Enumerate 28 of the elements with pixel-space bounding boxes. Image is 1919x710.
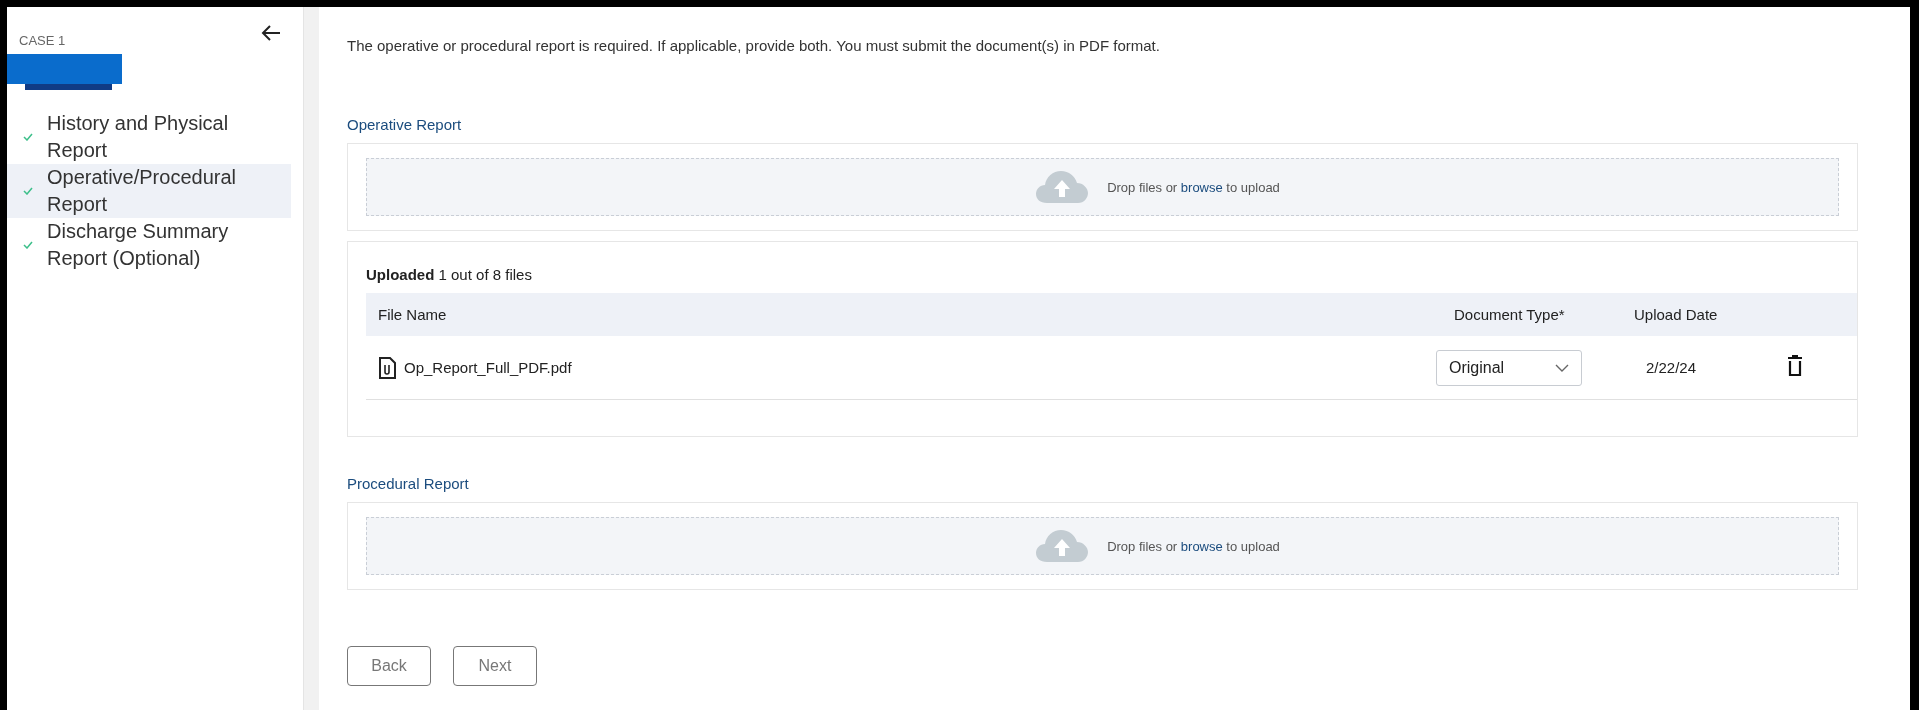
section-title: Procedural Report [347,475,470,492]
drop-instructions: Drop files or browse to upload [1107,179,1280,195]
nav-button[interactable]: Next [453,646,537,686]
cloud-upload-icon [1035,170,1090,204]
sidebar-item[interactable]: Discharge Summary Report (Optional) [7,218,291,272]
nav-button[interactable]: Back [347,646,431,686]
drop-instructions: Drop files or browse to upload [1107,538,1280,554]
upload-date: 2/22/24 [1645,359,1698,376]
back-arrow-icon[interactable] [261,23,281,42]
drop-zone[interactable]: Drop files or browse to upload [366,158,1839,216]
case-label: CASE 1 [19,33,66,48]
browse-link[interactable]: browse [1180,538,1223,554]
file-name: Op_Report_Full_PDF.pdf [404,359,572,376]
cloud-upload-icon [1035,529,1090,563]
trash-icon[interactable] [1787,355,1803,377]
column-header: Upload Date [1633,306,1719,323]
document-type-dropdown[interactable]: Original [1436,349,1582,386]
section-title: Operative Report [347,116,463,133]
column-header: File Name [378,306,448,323]
instructions-text: The operative or procedural report is required. If applicable, provide both. You must submit the document(s) in PDF format. [347,37,1161,54]
drop-zone[interactable]: Drop files or browse to upload [366,517,1839,575]
sidebar-item[interactable]: History and Physical Report [7,110,291,164]
column-header: Document Type* [1454,306,1566,323]
chevron-down-icon [1555,363,1569,372]
upload-summary: Uploaded 1 out of 8 files [366,266,533,283]
sidebar-item[interactable]: Operative/Procedural Report [7,164,291,218]
browse-link[interactable]: browse [1180,179,1223,195]
paperclip-file-icon [378,356,396,379]
